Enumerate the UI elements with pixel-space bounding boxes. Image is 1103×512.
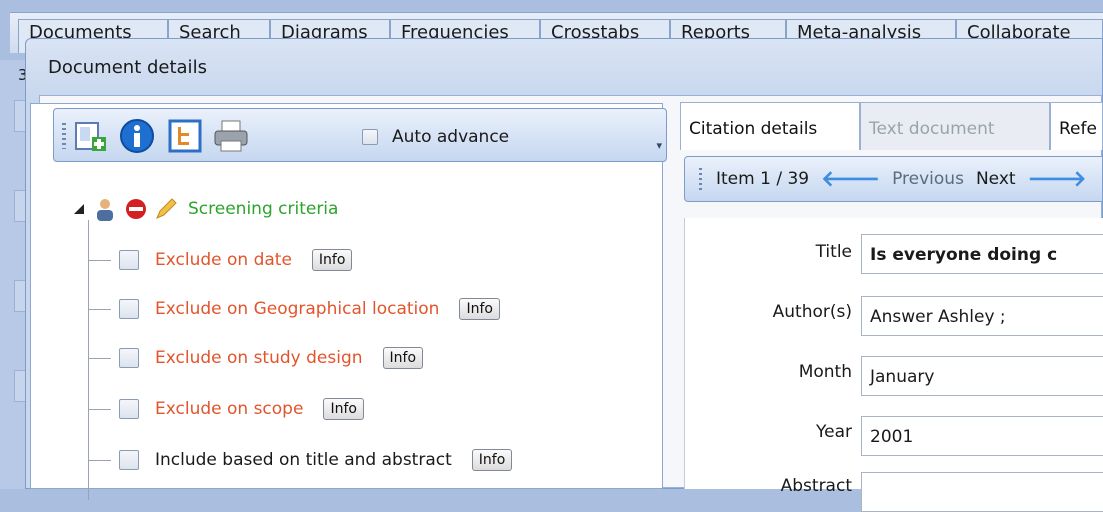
title-label: Title — [815, 242, 852, 262]
print-icon[interactable] — [212, 117, 250, 155]
stop-icon — [126, 199, 146, 219]
next-button[interactable]: Next — [976, 169, 1016, 189]
tab-references[interactable]: Refe — [1050, 102, 1103, 150]
previous-button[interactable]: Previous — [892, 169, 964, 189]
add-document-icon[interactable] — [72, 117, 110, 155]
tree-root-node[interactable]: Screening criteria — [72, 196, 338, 222]
screening-criteria-tree: Screening criteria Exclude on date Info … — [60, 180, 660, 500]
toolbar-overflow-icon[interactable]: ▾ — [656, 139, 662, 152]
item-counter: Item 1 / 39 — [716, 169, 810, 189]
edit-icon — [156, 198, 177, 219]
tree-branch — [89, 259, 111, 261]
authors-label: Author(s) — [772, 302, 852, 322]
year-label: Year — [816, 422, 852, 442]
tree-item[interactable]: Exclude on scope Info — [89, 394, 364, 424]
tree-branch — [89, 408, 111, 410]
collapse-triangle-icon[interactable] — [72, 202, 86, 216]
citation-fields: Title Is everyone doing c Author(s) Answ… — [684, 218, 1103, 512]
year-field[interactable]: 2001 — [861, 416, 1103, 456]
criteria-checkbox[interactable] — [119, 399, 139, 419]
item-navigation-bar: Item 1 / 39 🡐 Previous Next 🡒 — [684, 156, 1103, 202]
title-field[interactable]: Is everyone doing c — [861, 234, 1103, 274]
criteria-checkbox[interactable] — [119, 450, 139, 470]
tab-citation-details[interactable]: Citation details — [680, 102, 860, 150]
month-field[interactable]: January — [861, 356, 1103, 396]
tree-view-icon[interactable] — [166, 117, 204, 155]
dialog-title: Document details — [48, 57, 207, 78]
info-button[interactable]: Info — [382, 347, 424, 369]
auto-advance-checkbox[interactable] — [362, 129, 378, 145]
tree-item[interactable]: Exclude on date Info — [89, 245, 353, 275]
tree-item[interactable]: Exclude on Geographical location Info — [89, 294, 500, 324]
criteria-label: Exclude on study design — [155, 348, 363, 368]
info-button[interactable]: Info — [311, 249, 353, 271]
user-icon — [97, 199, 113, 221]
abstract-field[interactable] — [861, 472, 1103, 512]
codes-toolbar: Auto advance ▾ — [53, 108, 667, 162]
previous-arrow-icon[interactable]: 🡐 — [821, 166, 880, 192]
tree-item[interactable]: Include based on title and abstract Info — [89, 445, 513, 475]
info-icon[interactable] — [118, 117, 156, 155]
toolbar-grip[interactable] — [699, 168, 702, 190]
tree-branch — [89, 357, 111, 359]
info-button[interactable]: Info — [323, 398, 364, 420]
next-arrow-icon[interactable]: 🡒 — [1028, 166, 1087, 192]
auto-advance-label: Auto advance — [392, 127, 510, 147]
criteria-checkbox[interactable] — [119, 348, 139, 368]
tree-item[interactable]: Exclude on study design Info — [89, 343, 424, 373]
toolbar-grip[interactable] — [62, 123, 66, 149]
abstract-label: Abstract — [780, 476, 852, 496]
criteria-label: Exclude on Geographical location — [155, 299, 440, 319]
document-tabs: Citation details Text document Refe — [672, 100, 1103, 150]
criteria-label: Exclude on scope — [155, 399, 304, 419]
authors-field[interactable]: Answer Ashley ; — [861, 296, 1103, 336]
tree-root-label: Screening criteria — [188, 199, 339, 219]
criteria-label: Include based on title and abstract — [155, 450, 452, 470]
month-label: Month — [798, 362, 852, 382]
tab-text-document[interactable]: Text document — [860, 102, 1050, 150]
info-button[interactable]: Info — [459, 298, 500, 320]
criteria-checkbox[interactable] — [119, 250, 139, 270]
document-pane: Citation details Text document Refe Item… — [672, 100, 1103, 512]
criteria-label: Exclude on date — [155, 250, 292, 270]
criteria-checkbox[interactable] — [119, 299, 139, 319]
info-button[interactable]: Info — [471, 449, 513, 471]
tree-branch — [89, 308, 111, 310]
tree-branch — [89, 459, 111, 461]
auto-advance-option[interactable]: Auto advance — [362, 127, 509, 147]
